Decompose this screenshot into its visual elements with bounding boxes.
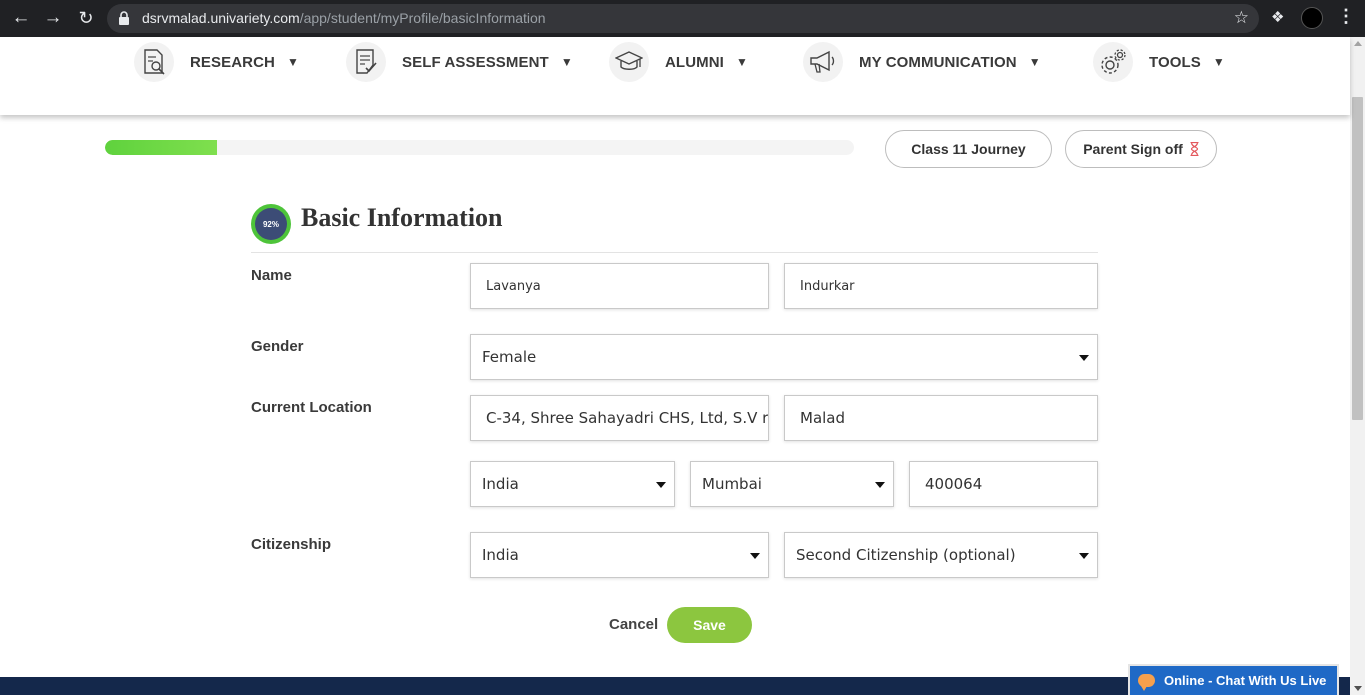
parent-sign-off-label: Parent Sign off [1083, 141, 1183, 157]
scrollbar-thumb[interactable] [1352, 97, 1363, 420]
checklist-icon [346, 42, 386, 82]
class-journey-button[interactable]: Class 11 Journey [885, 130, 1052, 168]
chevron-down-icon: ▼ [1028, 55, 1041, 69]
nav-alumni[interactable]: ALUMNI ▼ [609, 42, 748, 82]
main-navigation: RESEARCH ▼ SELF ASSESSMENT ▼ ALUMNI ▼ MY… [0, 37, 1350, 115]
citizenship-label: Citizenship [251, 536, 332, 553]
back-arrow-icon[interactable]: ← [9, 6, 33, 30]
scroll-down-arrow-icon[interactable] [1354, 686, 1362, 691]
extensions-puzzle-icon[interactable]: ❖ [1271, 8, 1284, 26]
graduation-cap-icon [609, 42, 649, 82]
citizenship-select[interactable]: India [470, 532, 769, 578]
megaphone-icon [803, 42, 843, 82]
research-doc-icon [134, 42, 174, 82]
chevron-down-icon: ▼ [735, 55, 748, 69]
nav-my-communication[interactable]: MY COMMUNICATION ▼ [803, 42, 1041, 82]
kebab-menu-icon[interactable]: ⋮ [1337, 6, 1355, 27]
chat-status: Online [1164, 673, 1205, 688]
bookmark-star-icon[interactable]: ☆ [1234, 8, 1249, 28]
nav-self-assessment[interactable]: SELF ASSESSMENT ▼ [346, 42, 573, 82]
city-select-value: Mumbai [702, 475, 762, 493]
chevron-down-icon: ▼ [1212, 55, 1225, 69]
profile-score-ring: 92% [251, 204, 291, 244]
caret-down-icon [750, 553, 760, 559]
name-label: Name [251, 267, 292, 284]
caret-down-icon [1079, 553, 1089, 559]
current-location-label: Current Location [251, 399, 372, 416]
chevron-down-icon: ▼ [560, 55, 573, 69]
chat-bubble-icon [1138, 674, 1155, 691]
forward-arrow-icon[interactable]: → [41, 6, 65, 30]
country-select[interactable]: India [470, 461, 675, 507]
browser-toolbar: ← → ↻ dsrvmalad.univariety.com/app/stude… [0, 0, 1365, 37]
divider [251, 252, 1098, 253]
nav-research[interactable]: RESEARCH ▼ [134, 42, 299, 82]
scroll-up-arrow-icon[interactable] [1354, 41, 1362, 46]
url-text: dsrvmalad.univariety.com/app/student/myP… [142, 10, 546, 26]
page-title: Basic Information [301, 203, 503, 232]
last-name-input[interactable]: Indurkar [784, 263, 1098, 309]
parent-sign-off-button[interactable]: Parent Sign off [1065, 130, 1217, 168]
profile-progress-bar [105, 140, 854, 155]
first-name-input[interactable]: Lavanya [470, 263, 769, 309]
chevron-down-icon: ▼ [286, 55, 299, 69]
lock-icon [119, 11, 129, 25]
gender-select[interactable]: Female [470, 334, 1098, 380]
city-select[interactable]: Mumbai [690, 461, 894, 507]
address-bar[interactable]: dsrvmalad.univariety.com/app/student/myP… [107, 4, 1259, 33]
citizenship-select-value: India [482, 546, 519, 564]
save-button[interactable]: Save [667, 607, 752, 643]
chat-text: - Chat With Us Live [1204, 673, 1327, 688]
gear-icon [1093, 42, 1133, 82]
second-citizenship-select-value: Second Citizenship (optional) [796, 546, 1016, 564]
reload-icon[interactable]: ↻ [74, 6, 98, 30]
area-input[interactable]: Malad [784, 395, 1098, 441]
gender-select-value: Female [482, 348, 537, 366]
caret-down-icon [1079, 355, 1089, 361]
profile-progress-fill [105, 140, 218, 155]
country-select-value: India [482, 475, 519, 493]
gender-label: Gender [251, 338, 304, 355]
live-chat-widget[interactable]: Online - Chat With Us Live [1128, 664, 1339, 695]
hourglass-icon [1190, 142, 1199, 156]
address-input[interactable]: C-34, Shree Sahayadri CHS, Ltd, S.V road [470, 395, 769, 441]
pincode-input[interactable]: 400064 [909, 461, 1098, 507]
profile-avatar[interactable] [1301, 7, 1323, 29]
second-citizenship-select[interactable]: Second Citizenship (optional) [784, 532, 1098, 578]
cancel-button[interactable]: Cancel [609, 616, 658, 633]
profile-score-value: 92% [255, 208, 287, 240]
caret-down-icon [875, 482, 885, 488]
nav-tools[interactable]: TOOLS ▼ [1093, 42, 1225, 82]
page-scrollbar[interactable] [1350, 37, 1365, 695]
caret-down-icon [656, 482, 666, 488]
